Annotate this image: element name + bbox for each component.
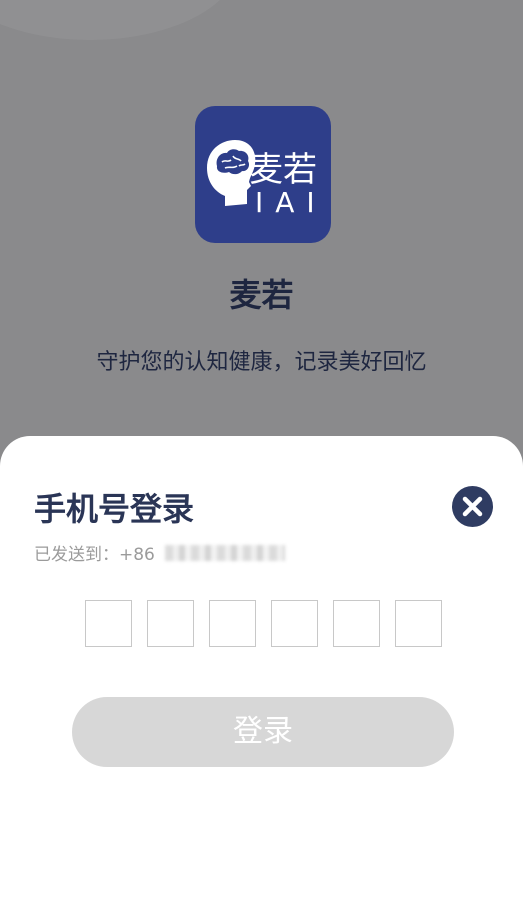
close-icon bbox=[462, 496, 483, 517]
logo-sub-text: IAI bbox=[255, 186, 327, 219]
app-logo: 麦若 IAI bbox=[195, 106, 331, 243]
code-input-3[interactable] bbox=[209, 600, 256, 647]
sent-to-row: 已发送到：+86 bbox=[34, 540, 285, 565]
app-name: 麦若 bbox=[229, 276, 294, 314]
code-input-6[interactable] bbox=[395, 600, 442, 647]
code-input-2[interactable] bbox=[147, 600, 194, 647]
close-button[interactable] bbox=[452, 486, 493, 527]
logo-brand-text: 麦若 bbox=[249, 150, 317, 190]
code-input-5[interactable] bbox=[333, 600, 380, 647]
login-button[interactable]: 登录 bbox=[72, 697, 454, 767]
login-screen: 麦若 IAI 麦若 守护您的认知健康，记录美好回忆 手机号登录 已发送到：+86… bbox=[0, 0, 523, 900]
code-input-4[interactable] bbox=[271, 600, 318, 647]
background-shape bbox=[0, 0, 240, 40]
masked-phone-number bbox=[164, 544, 285, 561]
sent-to-label: 已发送到：+86 bbox=[34, 545, 155, 565]
app-slogan: 守护您的认知健康，记录美好回忆 bbox=[96, 350, 427, 375]
sheet-title: 手机号登录 bbox=[34, 490, 195, 528]
login-bottom-sheet: 手机号登录 已发送到：+86 登录 bbox=[0, 436, 523, 900]
code-input-1[interactable] bbox=[85, 600, 132, 647]
